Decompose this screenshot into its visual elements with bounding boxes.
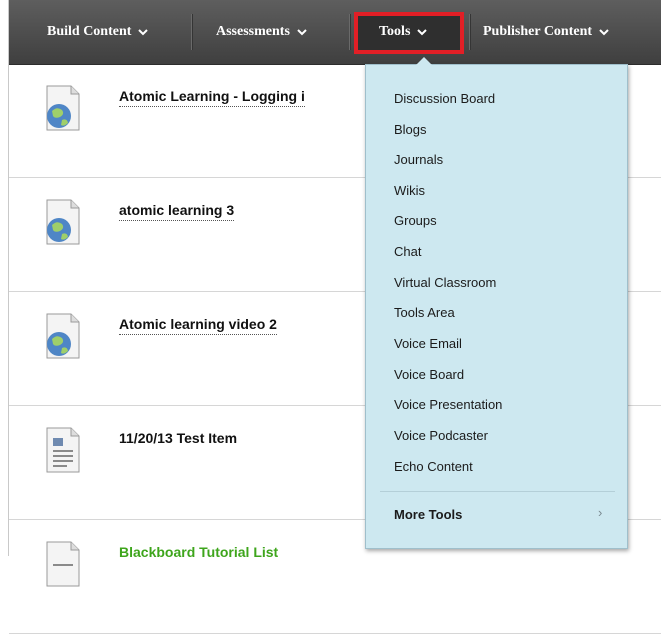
globe-document-icon: [46, 313, 80, 359]
menu-divider: [380, 491, 615, 492]
menu-item-chat[interactable]: Chat: [394, 244, 421, 259]
chevron-down-icon: [599, 29, 609, 36]
menu-item-groups[interactable]: Groups: [394, 213, 437, 228]
assessments-menu[interactable]: Assessments: [216, 0, 307, 64]
menu-item-blogs[interactable]: Blogs: [394, 122, 427, 137]
item-title-link[interactable]: Atomic Learning - Logging i: [119, 88, 305, 107]
menu-pointer: [416, 57, 432, 65]
menu-item-voice-presentation[interactable]: Voice Presentation: [394, 397, 502, 412]
build-content-menu[interactable]: Build Content: [47, 0, 149, 64]
toolbar-divider: [349, 14, 351, 50]
chevron-right-icon: ›: [598, 505, 603, 520]
globe-document-icon: [46, 199, 80, 245]
menu-item-echo-content[interactable]: Echo Content: [394, 459, 473, 474]
tools-highlight-box: [354, 12, 464, 54]
item-title-link[interactable]: Atomic learning video 2: [119, 316, 277, 335]
menu-item-voice-email[interactable]: Voice Email: [394, 336, 462, 351]
action-bar: Build Content Assessments Tools Publishe…: [9, 0, 661, 65]
menu-item-virtual-classroom[interactable]: Virtual Classroom: [394, 275, 496, 290]
text-document-icon: [46, 541, 80, 587]
item-title-link[interactable]: atomic learning 3: [119, 202, 235, 221]
publisher-content-menu[interactable]: Publisher Content: [483, 0, 609, 64]
chevron-down-icon: [138, 29, 149, 36]
item-title-link[interactable]: 11/20/13 Test Item: [119, 430, 237, 448]
menu-item-journals[interactable]: Journals: [394, 152, 443, 167]
menu-item-voice-podcaster[interactable]: Voice Podcaster: [394, 428, 488, 443]
build-content-label: Build Content: [47, 24, 132, 39]
toolbar-divider: [469, 14, 471, 50]
chevron-down-icon: [297, 29, 307, 36]
item-title-link[interactable]: Blackboard Tutorial List: [119, 544, 278, 562]
more-tools-item[interactable]: More Tools: [394, 507, 462, 522]
content-area: Build Content Assessments Tools Publishe…: [8, 0, 661, 634]
menu-item-tools-area[interactable]: Tools Area: [394, 305, 455, 320]
globe-document-icon: [46, 85, 80, 131]
assessments-label: Assessments: [216, 24, 290, 39]
publisher-content-label: Publisher Content: [483, 24, 593, 39]
tools-dropdown-menu: Discussion Board Blogs Journals Wikis Gr…: [365, 57, 628, 549]
menu-item-voice-board[interactable]: Voice Board: [394, 367, 464, 382]
menu-item-discussion-board[interactable]: Discussion Board: [394, 91, 495, 106]
toolbar-divider: [191, 14, 193, 50]
menu-item-wikis[interactable]: Wikis: [394, 183, 425, 198]
text-document-icon: [46, 427, 80, 473]
